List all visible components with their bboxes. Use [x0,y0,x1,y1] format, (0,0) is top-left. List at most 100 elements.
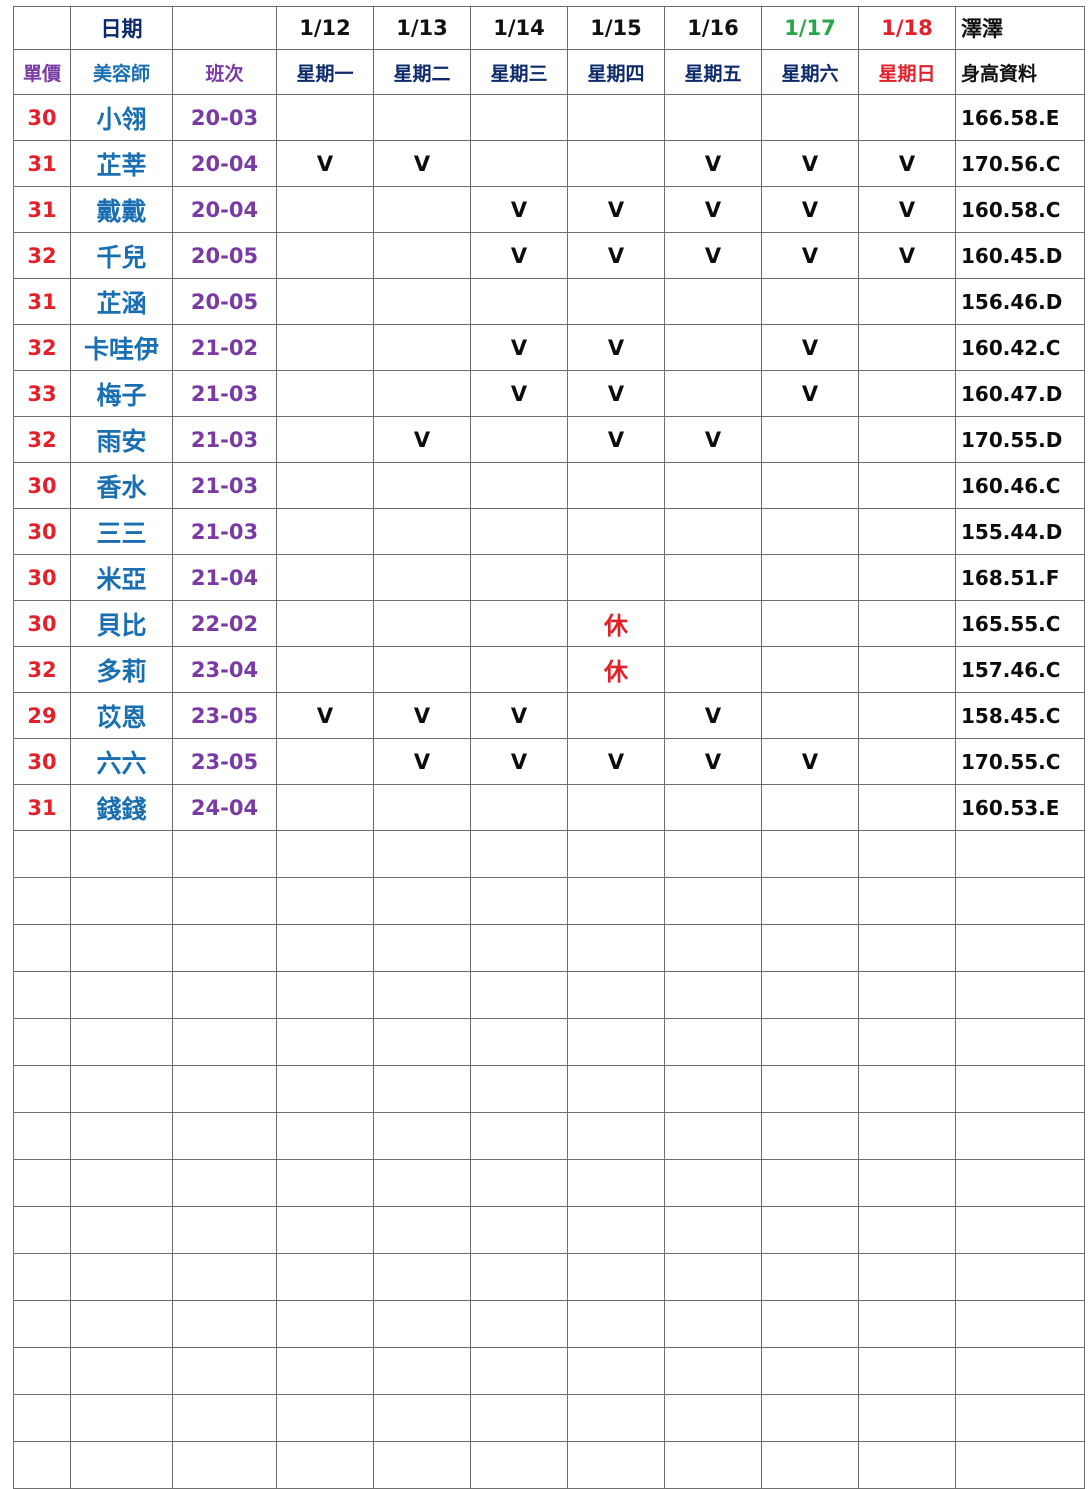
attendance-mark-cell: V [470,370,568,417]
empty-cell [664,1441,762,1489]
empty-cell [955,1300,1085,1348]
empty-cell [70,924,173,972]
beautician-name-cell: 雨安 [70,416,173,463]
empty-cell [955,1347,1085,1395]
empty-cell [276,1112,374,1160]
empty-cell [761,877,859,925]
empty-cell [70,1253,173,1301]
empty-cell [955,1018,1085,1066]
attendance-mark-cell: V [567,186,665,233]
shift-cell: 24-04 [172,784,277,831]
day-cell [567,554,665,601]
day-cell [373,600,471,647]
empty-cell [664,1347,762,1395]
empty-cell [664,1018,762,1066]
empty-cell [955,1394,1085,1442]
empty-cell [955,971,1085,1019]
beautician-name-cell: 苡恩 [70,692,173,739]
price-cell: 31 [13,140,71,187]
empty-cell [70,830,173,878]
weekday-header: 星期三 [470,49,568,95]
attendance-mark-cell: V [470,692,568,739]
shift-cell: 21-03 [172,370,277,417]
shift-cell: 21-03 [172,416,277,463]
date-header: 1/14 [470,6,568,50]
empty-cell [470,1347,568,1395]
day-cell [664,508,762,555]
day-cell [664,278,762,325]
empty-cell [858,1300,956,1348]
attendance-mark-cell: V [373,140,471,187]
header-row-weekdays: 單價 美容師 班次 星期一 星期二 星期三 星期四 星期五 星期六 星期日 身高… [13,49,1085,95]
empty-cell [470,1159,568,1207]
empty-cell [373,1394,471,1442]
table-row: 33 梅子 21-03 V V V 160.47.D [13,370,1085,417]
attendance-mark-cell: V [567,738,665,785]
day-cell [761,462,859,509]
empty-cell [955,924,1085,972]
empty-cell [955,877,1085,925]
day-cell [761,278,859,325]
empty-cell [172,1159,277,1207]
empty-cell [470,1065,568,1113]
empty-cell [70,1347,173,1395]
price-cell: 30 [13,554,71,601]
attendance-mark-cell: V [567,416,665,463]
shift-cell: 23-04 [172,646,277,693]
schedule-body: 日期 1/12 1/13 1/14 1/15 1/16 1/17 1/18 澤澤… [13,6,1085,1489]
empty-cell [955,1253,1085,1301]
weekday-header: 星期一 [276,49,374,95]
beautician-name-cell: 香水 [70,462,173,509]
day-cell [470,600,568,647]
day-cell [373,508,471,555]
empty-cell [276,1018,374,1066]
attendance-mark-cell: V [761,232,859,279]
price-header: 單價 [13,49,71,95]
empty-cell [761,1206,859,1254]
shift-cell: 20-04 [172,186,277,233]
empty-cell [172,1347,277,1395]
day-cell [567,692,665,739]
empty-cell [70,1065,173,1113]
day-cell [664,324,762,371]
empty-cell [858,1112,956,1160]
empty-cell [567,1394,665,1442]
attendance-mark-cell: V [761,738,859,785]
day-cell [761,94,859,141]
table-row: 30 香水 21-03 160.46.C [13,462,1085,509]
empty-cell [858,1394,956,1442]
weekday-header: 星期五 [664,49,762,95]
attendance-mark-cell: V [761,370,859,417]
attendance-mark-cell: V [373,692,471,739]
empty-cell [172,1441,277,1489]
shift-cell: 20-05 [172,278,277,325]
empty-cell [172,1300,277,1348]
empty-cell [276,877,374,925]
height-data-cell: 160.47.D [955,370,1085,417]
height-data-cell: 165.55.C [955,600,1085,647]
empty-cell [664,1206,762,1254]
height-data-cell: 170.56.C [955,140,1085,187]
price-cell: 32 [13,324,71,371]
price-cell: 31 [13,278,71,325]
shift-cell: 21-03 [172,508,277,555]
empty-cell [172,1112,277,1160]
empty-cell [470,830,568,878]
shift-cell: 22-02 [172,600,277,647]
day-cell [858,646,956,693]
empty-cell [373,1065,471,1113]
day-off-cell: 休 [567,600,665,647]
empty-cell [13,1065,71,1113]
empty-cell [761,1018,859,1066]
date-header-sunday: 1/18 [858,6,956,50]
owner-label: 澤澤 [955,6,1085,50]
day-cell [761,600,859,647]
day-cell [470,278,568,325]
empty-cell [761,924,859,972]
beautician-name-cell: 米亞 [70,554,173,601]
day-cell [470,784,568,831]
empty-cell [858,1206,956,1254]
empty-cell [761,1394,859,1442]
day-cell [470,140,568,187]
empty-row [13,924,1085,972]
